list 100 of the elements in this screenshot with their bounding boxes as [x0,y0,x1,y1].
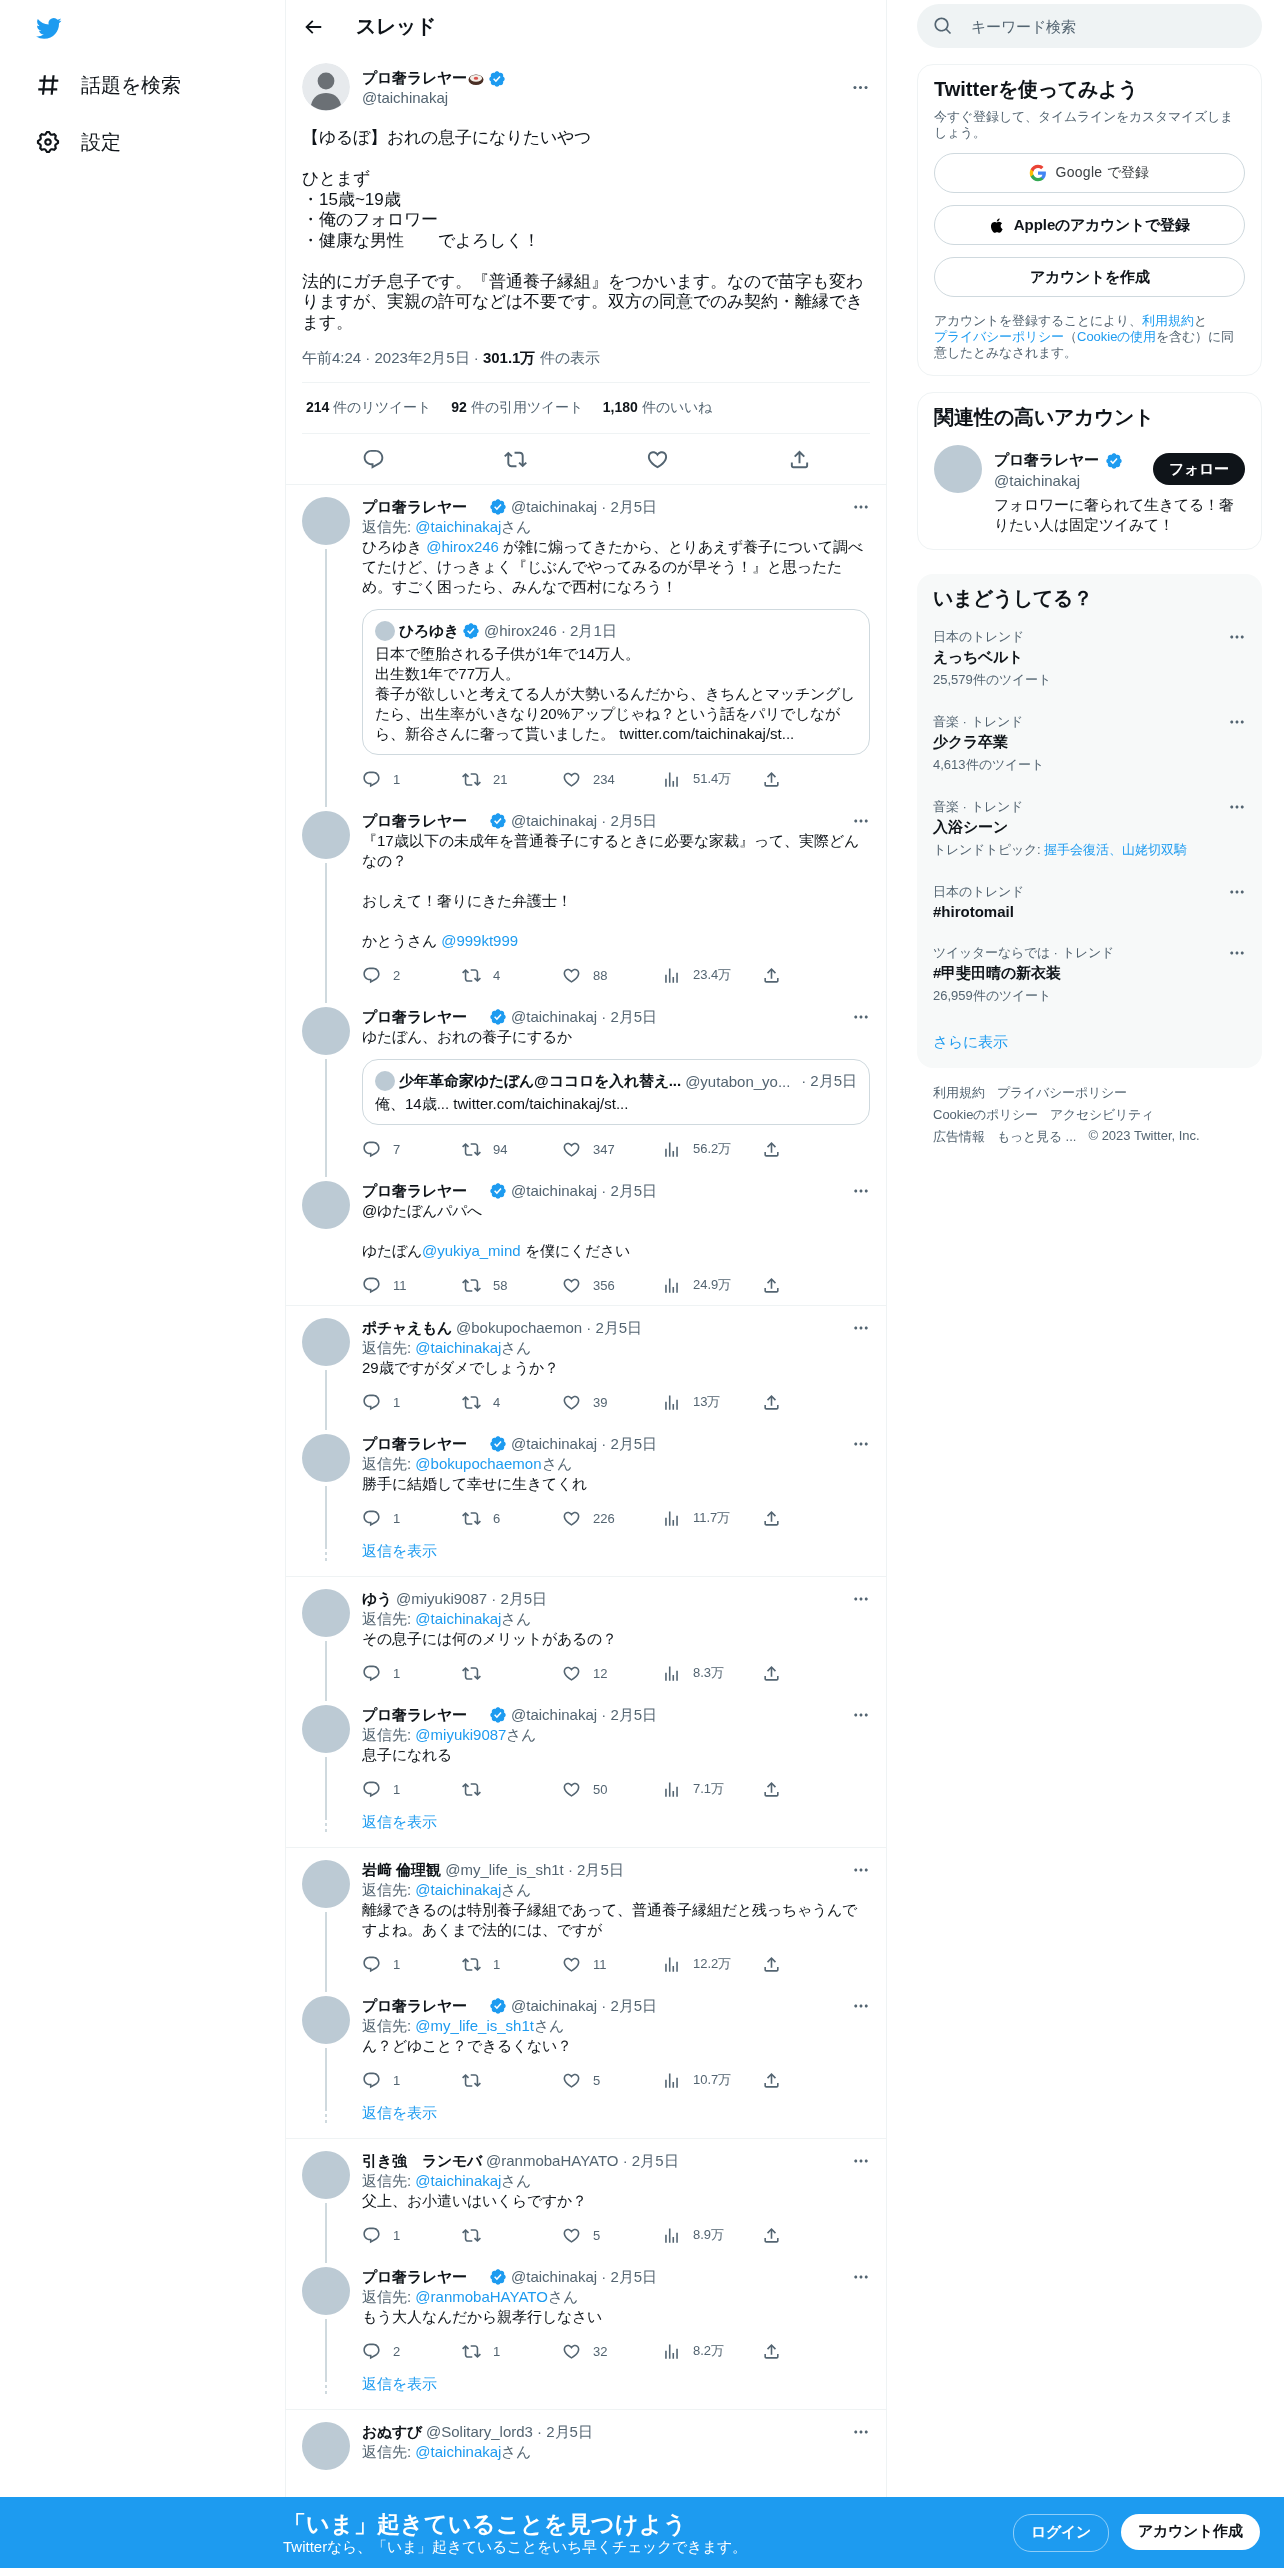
reply-button[interactable]: 11 [362,1273,407,1297]
signup-button[interactable]: アカウント作成 [1121,2513,1260,2550]
author-name[interactable]: プロ奢ラレヤー [362,2267,467,2287]
reply-button[interactable]: 1 [362,1661,401,1685]
retweet-button[interactable]: 4 [462,963,501,987]
reply-button[interactable]: 1 [362,1952,401,1976]
views-button[interactable]: 51.4万 [662,767,732,791]
reply-button[interactable]: 1 [362,2223,401,2247]
tweet-date: · 2月5日 [800,1071,857,1091]
like-button[interactable]: 32 [562,2339,608,2363]
tweet-text: ひろゆき @hirox246 が雑に煽ってきたから、とりあえず養子について調べてたけど、けっきょく『じぶんでやってみるのが早そう！』と思ったため。すごく困ったら、みんなで西村になろう！ [362,537,865,597]
author-name[interactable]: おぬすび [362,2422,422,2442]
views-button[interactable]: 11.7万 [662,1506,731,1530]
reply-to-text: 返信先: @ranmobaHAYATOさん [362,2287,579,2307]
author-name[interactable]: 岩﨑 倫理観 [362,1860,442,1880]
author-name[interactable]: プロ奢ラレヤー [362,69,467,88]
author-name[interactable]: 引き強 ランモバ [362,2151,482,2171]
like-button[interactable]: 356 [562,1273,615,1297]
account-name[interactable]: プロ奢ラレヤー [994,451,1099,470]
reply-button[interactable]: 1 [362,2068,401,2092]
avatar [302,1434,350,1482]
reply-button[interactable]: 2 [362,2339,401,2363]
author-name[interactable]: プロ奢ラレヤー [362,1705,467,1725]
views-button[interactable]: 8.3万 [662,1661,725,1685]
like-button[interactable]: 12 [562,1661,608,1685]
reply-button[interactable]: 1 [362,1390,401,1414]
settings-icon [35,129,61,155]
retweet-button[interactable]: 6 [462,1506,501,1530]
reply-button[interactable]: 2 [362,963,401,987]
retweet-button[interactable]: 1 [462,2339,501,2363]
views-button[interactable]: 8.2万 [662,2339,725,2363]
views-button[interactable]: 23.4万 [662,963,732,987]
reply-button[interactable]: 1 [362,1777,401,1801]
footer-link[interactable]: 広告情報 [933,1128,985,1146]
views-button[interactable]: 8.9万 [662,2223,725,2247]
page-title: スレッド [356,14,436,39]
reply-button[interactable]: 1 [362,1506,401,1530]
like-button[interactable]: 50 [562,1777,608,1801]
author-name[interactable]: プロ奢ラレヤー [362,1007,467,1027]
handle-date: @taichinakaj · 2月5日 [511,1705,658,1725]
like-button[interactable]: 234 [562,767,615,791]
views-button[interactable]: 10.7万 [662,2068,732,2092]
author-name[interactable]: プロ奢ラレヤー [362,497,467,517]
retweet-button[interactable]: 4 [462,1390,501,1414]
retweet-button[interactable]: 1 [462,1952,501,1976]
engagement-stat[interactable]: 214 件のリツイート [306,399,432,417]
like-button[interactable]: 5 [562,2068,601,2092]
like-button[interactable]: 39 [562,1390,608,1414]
tweet-text: ・15歳~19歳 [302,189,402,210]
author-name[interactable]: ポチャえもん [362,1318,452,1338]
like-button[interactable]: 11 [562,1952,607,1976]
avatar [302,1860,350,1908]
views-button[interactable]: 24.9万 [662,1273,732,1297]
trend-title[interactable]: 入浴シーン [933,818,1228,837]
footer-link[interactable]: もっと見る ... [997,1128,1077,1146]
views-button[interactable]: 13万 [662,1390,721,1414]
search-field[interactable]: キーワード検索 [917,4,1262,48]
tweet-text: 父上、お小遣いはいくらですか？ [362,2191,588,2211]
follow-button[interactable]: フォロー [1153,453,1245,485]
avatar [375,1071,395,1091]
bar-chart-icon [662,965,681,985]
handle-date: @taichinakaj · 2月5日 [511,1181,658,1201]
footer-link[interactable]: 利用規約 [933,1084,985,1102]
views-button[interactable]: 7.1万 [662,1777,725,1801]
search-input[interactable]: キーワード検索 [971,17,1246,35]
footer-link[interactable]: プライバシーポリシー [997,1084,1127,1102]
trend-title[interactable]: #甲斐田晴の新衣装 [933,964,1228,983]
trend-title[interactable]: 少クラ卒業 [933,733,1228,752]
views-button[interactable]: 12.2万 [662,1952,732,1976]
retweet-button[interactable]: 58 [462,1273,508,1297]
footer-link[interactable]: アクセシビリティ [1050,1106,1155,1124]
views-button[interactable]: 56.2万 [662,1137,732,1161]
like-button[interactable]: 347 [562,1137,615,1161]
engagement-stat[interactable]: 92 件の引用ツイート [451,399,583,417]
retweet-button[interactable]: 21 [462,767,508,791]
like-button[interactable]: 5 [562,2223,601,2247]
like-button[interactable]: 88 [562,963,608,987]
footer-link[interactable]: Cookieのポリシー [933,1106,1039,1124]
author-name[interactable]: プロ奢ラレヤー [362,1996,467,2016]
quote-tweet-card[interactable]: 少年革命家ゆたぼん@ココロを入れ替え... @yutabon_yo... · 2月5日 俺、14歳... twitter.com/taichinakaj/st... [362,1059,870,1125]
avatar [302,1181,350,1229]
card-description: 今すぐ登録して、タイムラインをカスタマイズしましょう。 [934,109,1234,141]
nav-item[interactable]: 話題を検索 [35,62,181,108]
retweet-button[interactable]: 94 [462,1137,508,1161]
reply-to-text: 返信先: @my_life_is_sh1tさん [362,2016,565,2036]
trend-title[interactable]: #hirotomail [933,903,1228,920]
share-icon [762,1779,781,1799]
like-button[interactable]: 226 [562,1506,615,1530]
reply-button[interactable] [361,447,385,471]
bar-chart-icon [662,1508,681,1528]
author-name[interactable]: プロ奢ラレヤー [362,1181,467,1201]
quote-tweet-card[interactable]: ひろゆき @hirox246 · 2月1日 日本で堕胎される子供が1年で14万人。 出生数1年で77万人。 養子が欲しいと考えてる人が大勢いるんだから、きちんとマッチングしたら、出生率がいきなり20%アップじゃね？という話をパリでしながら、新谷さんに奢って貰いました。 twitter.com/taichinakaj/st... [362,609,870,755]
author-name[interactable]: プロ奢ラレヤー [362,1434,467,1454]
reply-button[interactable]: 1 [362,767,401,791]
reply-button[interactable]: 7 [362,1137,401,1161]
author-name[interactable]: プロ奢ラレヤー [362,811,467,831]
engagement-stat[interactable]: 1,180 件のいいね [602,399,712,417]
author-name[interactable]: ゆう [362,1589,392,1609]
nav-item[interactable]: 設定 [35,119,121,165]
trend-title[interactable]: えっちベルト [933,648,1228,667]
